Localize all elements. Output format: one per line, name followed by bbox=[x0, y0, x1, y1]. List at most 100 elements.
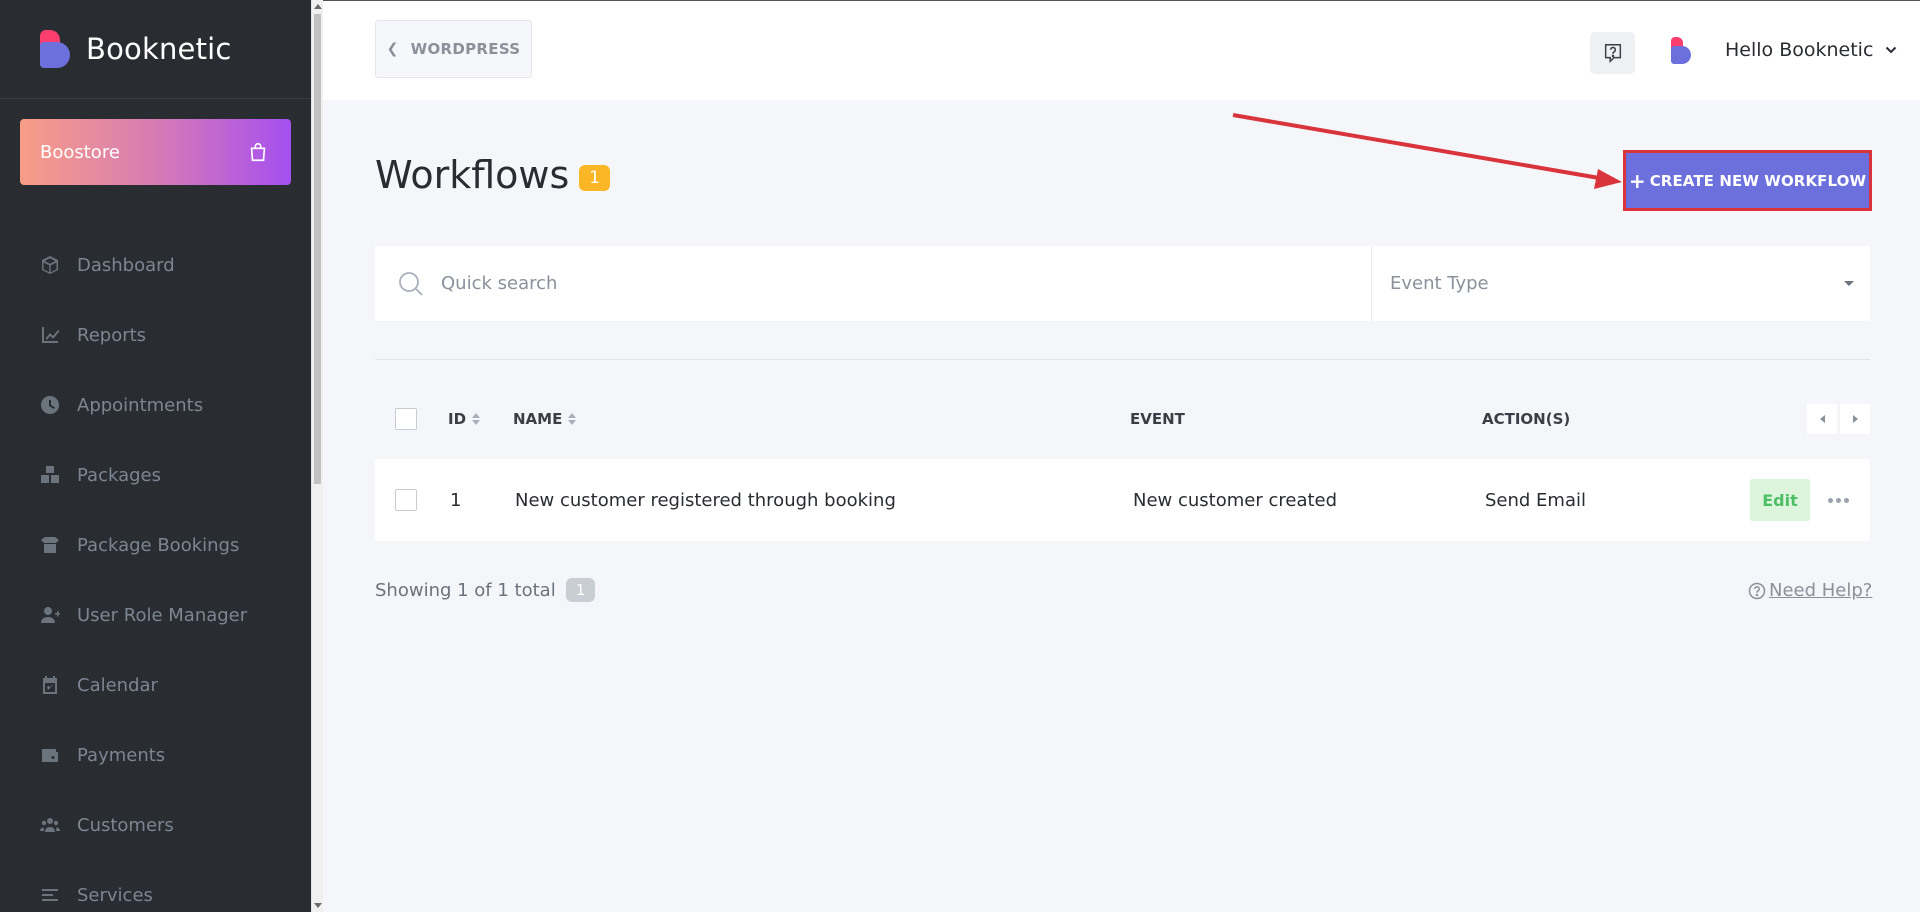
sidebar-nav: Dashboard Reports Appointments Packages … bbox=[0, 230, 311, 912]
table-row: 1 New customer registered through bookin… bbox=[375, 459, 1870, 541]
sort-icon bbox=[472, 413, 481, 425]
create-new-workflow-button[interactable]: + CREATE NEW WORKFLOW bbox=[1626, 153, 1869, 208]
sidebar-item-label: Services bbox=[77, 884, 153, 906]
total-badge: 1 bbox=[565, 578, 596, 602]
caret-right-icon bbox=[1852, 415, 1858, 423]
calendar-check-icon bbox=[40, 675, 60, 695]
table-pager bbox=[1804, 404, 1870, 434]
table-header: ID NAME EVENT ACTION(S) bbox=[375, 400, 1870, 438]
sidebar-item-label: Reports bbox=[77, 324, 147, 346]
search-input[interactable] bbox=[441, 273, 1241, 294]
sidebar-item-package-bookings[interactable]: Package Bookings bbox=[0, 510, 311, 580]
sidebar-item-label: User Role Manager bbox=[77, 604, 248, 626]
user-avatar-icon[interactable] bbox=[1671, 37, 1691, 65]
help-chat-icon bbox=[1604, 44, 1621, 64]
scroll-right-button[interactable] bbox=[1840, 404, 1870, 434]
box-open-icon bbox=[40, 535, 60, 555]
sort-icon bbox=[568, 413, 577, 425]
support-button[interactable] bbox=[1590, 32, 1635, 74]
scrollbar-thumb[interactable] bbox=[314, 14, 321, 484]
wallet-icon bbox=[40, 745, 60, 765]
column-event-label: EVENT bbox=[1130, 410, 1185, 428]
scroll-up-icon[interactable] bbox=[314, 4, 322, 9]
need-help-link[interactable]: Need Help? bbox=[1748, 580, 1872, 601]
column-id-label: ID bbox=[448, 410, 467, 428]
search-box bbox=[375, 246, 1372, 321]
sidebar-item-user-role-manager[interactable]: User Role Manager bbox=[0, 580, 311, 650]
brand[interactable]: Booknetic bbox=[0, 0, 311, 99]
scroll-left-button[interactable] bbox=[1807, 404, 1837, 434]
page-header: Workflows 1 bbox=[375, 153, 611, 197]
sidebar-item-customers[interactable]: Customers bbox=[0, 790, 311, 860]
sidebar-item-dashboard[interactable]: Dashboard bbox=[0, 230, 311, 300]
column-event: EVENT bbox=[1130, 410, 1185, 428]
sidebar-item-payments[interactable]: Payments bbox=[0, 720, 311, 790]
caret-down-icon bbox=[1844, 281, 1854, 286]
user-plus-icon bbox=[40, 605, 60, 625]
pagination-info: Showing 1 of 1 total 1 bbox=[375, 578, 596, 602]
need-help-label: Need Help? bbox=[1769, 580, 1873, 601]
sidebar-item-label: Customers bbox=[77, 814, 174, 836]
page-scrollbar[interactable] bbox=[311, 0, 323, 912]
event-type-select[interactable]: Event Type bbox=[1372, 246, 1870, 321]
showing-text: Showing 1 of 1 total bbox=[375, 579, 556, 601]
sidebar-item-services[interactable]: Services bbox=[0, 860, 311, 912]
booknetic-logo-icon bbox=[38, 28, 72, 70]
chevron-down-icon bbox=[1886, 46, 1897, 54]
brand-name: Booknetic bbox=[86, 32, 232, 66]
row-name: New customer registered through booking bbox=[515, 489, 896, 511]
select-all-checkbox[interactable] bbox=[395, 408, 417, 430]
scroll-down-icon[interactable] bbox=[314, 903, 322, 908]
filter-bar: Event Type bbox=[375, 246, 1870, 321]
row-id: 1 bbox=[450, 489, 462, 511]
edit-button[interactable]: Edit bbox=[1750, 479, 1810, 521]
back-label: WORDPRESS bbox=[410, 40, 521, 58]
row-more-cell bbox=[1828, 459, 1849, 541]
chart-line-icon bbox=[40, 325, 60, 345]
sidebar-item-label: Appointments bbox=[77, 394, 204, 416]
user-greeting: Hello Booknetic bbox=[1725, 39, 1874, 61]
workflow-count-badge: 1 bbox=[579, 165, 611, 191]
top-bar: ❮ WORDPRESS Hello Booknetic bbox=[323, 0, 1920, 100]
column-name[interactable]: NAME bbox=[513, 410, 577, 428]
sidebar-item-label: Payments bbox=[77, 744, 166, 766]
sidebar-item-packages[interactable]: Packages bbox=[0, 440, 311, 510]
create-label: CREATE NEW WORKFLOW bbox=[1649, 171, 1867, 190]
chevron-left-icon: ❮ bbox=[386, 41, 399, 57]
list-icon bbox=[40, 885, 60, 905]
sidebar-item-label: Calendar bbox=[77, 674, 158, 696]
sidebar-item-label: Packages bbox=[77, 464, 161, 486]
row-edit-cell: Edit bbox=[1750, 459, 1810, 541]
sidebar-item-appointments[interactable]: Appointments bbox=[0, 370, 311, 440]
divider bbox=[375, 359, 1870, 360]
users-icon bbox=[40, 815, 60, 835]
row-event: New customer created bbox=[1133, 489, 1338, 511]
boostore-button[interactable]: Boostore bbox=[20, 119, 291, 185]
row-actions: Send Email bbox=[1485, 489, 1586, 511]
search-icon bbox=[399, 271, 423, 296]
select-all-cell bbox=[395, 408, 417, 430]
column-actions: ACTION(S) bbox=[1482, 410, 1570, 428]
back-to-wordpress-button[interactable]: ❮ WORDPRESS bbox=[375, 20, 532, 78]
event-type-label: Event Type bbox=[1390, 273, 1489, 294]
row-checkbox[interactable] bbox=[395, 489, 417, 511]
sidebar-item-calendar[interactable]: Calendar bbox=[0, 650, 311, 720]
boostore-label: Boostore bbox=[40, 141, 120, 163]
more-options-icon[interactable] bbox=[1828, 497, 1849, 503]
cube-icon bbox=[40, 255, 60, 275]
caret-left-icon bbox=[1819, 415, 1825, 423]
cubes-icon bbox=[40, 465, 60, 485]
clock-icon bbox=[40, 395, 60, 415]
shopping-bag-icon bbox=[250, 142, 266, 162]
sidebar-item-reports[interactable]: Reports bbox=[0, 300, 311, 370]
page-title: Workflows bbox=[375, 153, 570, 197]
question-circle-icon bbox=[1748, 582, 1766, 599]
column-id[interactable]: ID bbox=[448, 410, 481, 428]
row-select-cell bbox=[395, 459, 417, 541]
sidebar: Booknetic Boostore Dashboard Reports App… bbox=[0, 0, 311, 912]
column-actions-label: ACTION(S) bbox=[1482, 410, 1571, 428]
user-menu[interactable]: Hello Booknetic bbox=[1725, 39, 1897, 61]
sidebar-item-label: Dashboard bbox=[77, 254, 175, 276]
sidebar-item-label: Package Bookings bbox=[77, 534, 240, 556]
plus-icon: + bbox=[1628, 168, 1646, 193]
